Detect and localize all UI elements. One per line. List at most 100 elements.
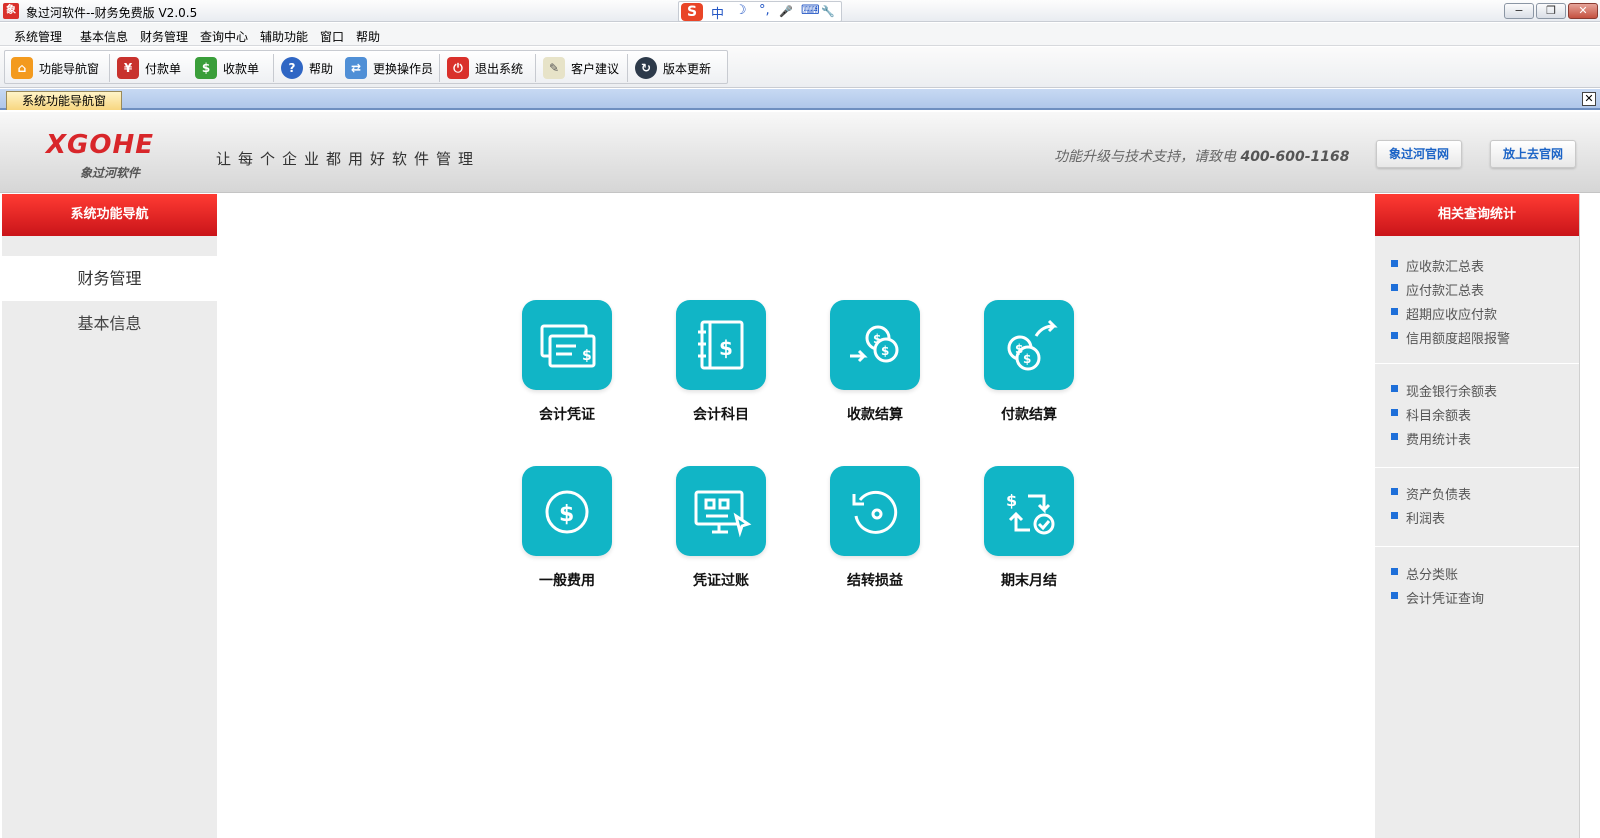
tile-voucher-posting[interactable]: 凭证过账	[661, 466, 781, 606]
link-balance-sheet[interactable]: 资产负债表	[1390, 484, 1471, 503]
payment-label: 付款单	[145, 61, 182, 76]
tile-label: 会计科目	[693, 407, 749, 423]
toolbar-separator	[273, 54, 274, 82]
support-info: 功能升级与技术支持，请致电 400-600-1168	[1054, 146, 1350, 166]
right-edge-gutter	[1579, 194, 1600, 838]
menu-bar: 系统管理 基本信息 财务管理 查询中心 辅助功能 窗口 帮助	[0, 23, 1600, 46]
customer-suggestion-label: 客户建议	[571, 61, 620, 76]
switch-operator-label: 更换操作员	[373, 61, 434, 76]
help-label: 帮助	[309, 61, 334, 76]
tile-label: 会计凭证	[539, 407, 595, 423]
support-phone: 400-600-1168	[1240, 149, 1350, 165]
official-site-button[interactable]: 象过河官网	[1376, 140, 1463, 168]
header-banner: XGOHE 象过河软件 让每个企业都用好软件管理 功能升级与技术支持，请致电 4…	[0, 112, 1600, 193]
link-subject-balance[interactable]: 科目余额表	[1390, 405, 1471, 424]
link-expense-stats[interactable]: 费用统计表	[1390, 429, 1471, 448]
link-overdue[interactable]: 超期应收应付款	[1390, 304, 1497, 323]
menu-finance[interactable]: 财务管理	[140, 28, 188, 45]
menu-window[interactable]: 窗口	[320, 28, 344, 45]
menu-help[interactable]: 帮助	[356, 28, 380, 45]
toolbar: ⌂ 功能导航窗 ¥ 付款单 $ 收款单 ? 帮助 ⇄ 更换操作员 ⏻ 退出系统 …	[0, 47, 1600, 88]
link-credit-alert[interactable]: 信用额度超限报警	[1390, 328, 1510, 347]
tile-label: 付款结算	[1001, 407, 1057, 423]
svg-text:$: $	[719, 336, 733, 360]
toolbar-separator	[439, 54, 440, 82]
cloud-site-button[interactable]: 放上去官网	[1490, 140, 1577, 168]
power-icon: ⏻	[447, 57, 469, 79]
tile-receipt-settlement[interactable]: $ $ 收款结算	[815, 300, 935, 440]
version-update-button[interactable]: ↻ 版本更新	[635, 54, 711, 82]
switch-user-icon: ⇄	[345, 57, 367, 79]
stats-group-statements: 资产负债表 利润表	[1375, 469, 1579, 547]
ime-punctuation-icon[interactable]: °,	[759, 3, 770, 18]
sogou-ime-icon[interactable]: S	[681, 3, 703, 21]
title-bar: 象 象过河软件--财务免费版 V2.0.5 S 中 ☽ °, 🎤 ⌨ 🔧 − ❐…	[0, 0, 1600, 22]
tile-profit-loss-carryover[interactable]: 结转损益	[815, 466, 935, 606]
link-voucher-query[interactable]: 会计凭证查询	[1390, 588, 1484, 607]
link-receivable-summary[interactable]: 应收款汇总表	[1390, 256, 1484, 275]
version-update-label: 版本更新	[663, 61, 712, 76]
link-cash-bank-balance[interactable]: 现金银行余额表	[1390, 381, 1497, 400]
menu-query[interactable]: 查询中心	[200, 28, 248, 45]
stats-group-ledger: 总分类账 会计凭证查询	[1375, 548, 1579, 626]
edit-note-icon: ✎	[543, 57, 565, 79]
tab-system-nav-window[interactable]: 系统功能导航窗	[6, 91, 122, 110]
rotate-icon	[830, 466, 920, 556]
toolbar-separator	[535, 54, 536, 82]
customer-suggestion-button[interactable]: ✎ 客户建议	[543, 54, 619, 82]
right-stats-panel: 相关查询统计 应收款汇总表 应付款汇总表 超期应收应付款 信用额度超限报警 现金…	[1375, 194, 1579, 838]
tile-period-end-close[interactable]: $ 期末月结	[969, 466, 1089, 606]
brand-logo: XGOHE	[46, 130, 155, 160]
ime-voice-icon[interactable]: 🎤	[779, 5, 793, 18]
svg-text:$: $	[582, 348, 592, 364]
window-title: 象过河软件--财务免费版 V2.0.5	[26, 6, 198, 20]
exit-system-button[interactable]: ⏻ 退出系统	[447, 54, 523, 82]
tile-label: 收款结算	[847, 407, 903, 423]
tile-general-expense[interactable]: $ 一般费用	[507, 466, 627, 606]
stats-group-receivables: 应收款汇总表 应付款汇总表 超期应收应付款 信用额度超限报警	[1375, 236, 1579, 364]
toolbar-separator	[627, 54, 628, 82]
link-payable-summary[interactable]: 应付款汇总表	[1390, 280, 1484, 299]
close-button[interactable]: ✕	[1568, 3, 1598, 19]
payment-icon: ¥	[117, 57, 139, 79]
stats-group-balances: 现金银行余额表 科目余额表 费用统计表	[1375, 365, 1579, 468]
ime-chinese-mode-icon[interactable]: 中	[711, 3, 724, 22]
payment-button[interactable]: ¥ 付款单	[117, 54, 181, 82]
svg-text:$: $	[559, 502, 574, 527]
tile-accounting-voucher[interactable]: $ 会计凭证	[507, 300, 627, 440]
tile-label: 结转损益	[847, 573, 903, 589]
menu-system[interactable]: 系统管理	[14, 28, 62, 45]
ime-settings-icon[interactable]: 🔧	[821, 5, 835, 18]
coin-receive-icon: $ $	[830, 300, 920, 390]
account-book-icon: $	[676, 300, 766, 390]
help-icon: ?	[281, 57, 303, 79]
tab-close-icon[interactable]: ✕	[1582, 92, 1596, 106]
minimize-button[interactable]: −	[1504, 3, 1534, 19]
ime-keyboard-icon[interactable]: ⌨	[801, 3, 820, 18]
tile-payment-settlement[interactable]: $ $ 付款结算	[969, 300, 1089, 440]
link-general-ledger[interactable]: 总分类账	[1390, 564, 1458, 583]
ime-toolbar[interactable]: S 中 ☽ °, 🎤 ⌨ 🔧	[678, 1, 842, 22]
help-button[interactable]: ? 帮助	[281, 54, 333, 82]
receipt-button[interactable]: $ 收款单	[195, 54, 259, 82]
close-icon: ✕	[1578, 4, 1588, 17]
switch-operator-button[interactable]: ⇄ 更换操作员	[345, 54, 433, 82]
minimize-icon: −	[1514, 4, 1524, 17]
monitor-post-icon	[676, 466, 766, 556]
receipt-icon: $	[195, 57, 217, 79]
left-nav-title: 系统功能导航	[2, 194, 217, 236]
link-income-statement[interactable]: 利润表	[1390, 508, 1445, 527]
tile-account-subject[interactable]: $ 会计科目	[661, 300, 781, 440]
slogan: 让每个企业都用好软件管理	[216, 150, 481, 168]
ime-half-width-icon[interactable]: ☽	[735, 3, 747, 18]
nav-item-finance[interactable]: 财务管理	[2, 256, 217, 301]
restore-icon: ❐	[1546, 4, 1556, 17]
nav-item-basic-info[interactable]: 基本信息	[2, 301, 217, 346]
nav-window-button[interactable]: ⌂ 功能导航窗	[11, 54, 99, 82]
menu-tools[interactable]: 辅助功能	[260, 28, 308, 45]
update-icon: ↻	[635, 57, 657, 79]
brand-subtitle: 象过河软件	[80, 166, 141, 180]
app-logo-icon[interactable]: 象	[3, 3, 19, 19]
menu-basic-info[interactable]: 基本信息	[80, 28, 128, 45]
restore-button[interactable]: ❐	[1536, 3, 1566, 19]
